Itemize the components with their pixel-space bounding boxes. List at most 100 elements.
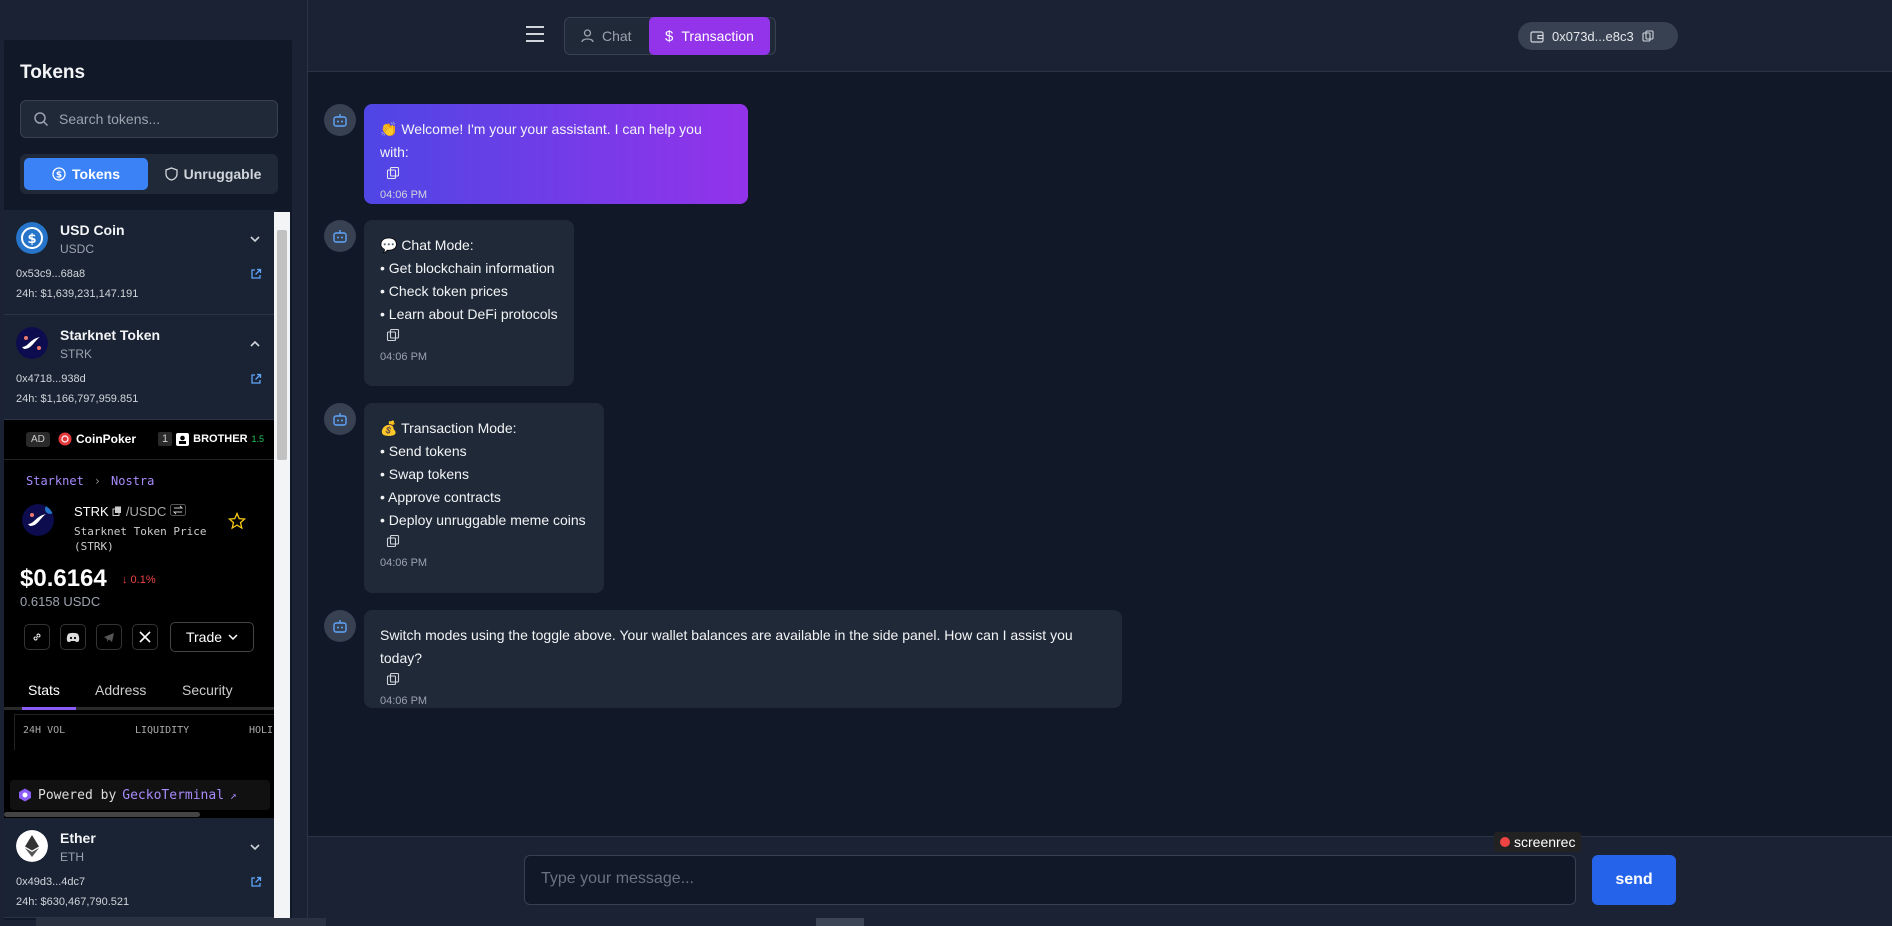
wallet-address-pill[interactable]: 0x073d...e8c3 [1518, 22, 1678, 50]
token-address: 0x4718...938d [16, 373, 86, 385]
token-item-usdc[interactable]: $ USD Coin USDC 0x53c9...68a8 24h: $1,63… [4, 210, 276, 315]
message-line: 💰 Transaction Mode: [380, 420, 517, 436]
bot-icon [333, 413, 347, 426]
tab-address[interactable]: Address [95, 682, 146, 698]
token-type-toggle: $ Tokens Unruggable [20, 154, 278, 194]
token-item-eth[interactable]: Ether ETH 0x49d3...4dc7 24h: $630,467,79… [4, 818, 276, 918]
geckoterminal-link[interactable]: GeckoTerminal [122, 788, 224, 803]
user-icon [581, 29, 594, 43]
sidebar-scrollbar[interactable] [274, 212, 290, 920]
geckoterminal-logo-icon [19, 788, 31, 802]
powered-by-text: Powered by [38, 787, 117, 803]
token-search-input[interactable]: Search tokens... [20, 100, 278, 138]
token-price: $0.6164 [20, 565, 107, 592]
bottom-scroll-track [36, 918, 326, 926]
token-name: Starknet Token [60, 327, 161, 343]
breadcrumb-starknet[interactable]: Starknet [26, 474, 84, 488]
message-time: 04:06 PM [380, 189, 428, 201]
star-icon[interactable] [228, 512, 246, 530]
search-icon [34, 112, 49, 127]
message-bubble: 💬 Chat Mode: • Get blockchain informatio… [364, 220, 574, 386]
chevron-down-icon[interactable] [248, 840, 262, 854]
message-input[interactable]: Type your message... [524, 855, 1576, 905]
token-symbol: ETH [60, 850, 84, 864]
pair-title: STRK /USDC [74, 504, 186, 519]
telegram-button[interactable] [96, 624, 122, 650]
external-link-icon[interactable] [250, 373, 262, 385]
token-address: 0x49d3...4dc7 [16, 876, 86, 888]
message-time: 04:06 PM [380, 695, 428, 707]
website-link-button[interactable] [24, 624, 50, 650]
usdc-logo-icon: $ [16, 222, 48, 254]
chat-mode-button[interactable]: Chat [565, 18, 648, 54]
message-text: Switch modes using the toggle above. You… [380, 627, 1073, 666]
transaction-mode-button[interactable]: $ Transaction [649, 17, 770, 55]
token-volume: 24h: $1,166,797,959.851 [16, 393, 139, 405]
copy-icon[interactable] [386, 672, 400, 686]
sponsor-brother-pct: 1.5 [251, 434, 265, 444]
sponsor-brother-label: BROTHER [193, 433, 248, 445]
discord-icon [66, 632, 80, 642]
sponsor-brother[interactable]: 1 BROTHER 1.5 [158, 432, 264, 446]
mode-toggle: Chat $ Transaction [564, 17, 776, 55]
starknet-logo-icon [16, 327, 48, 359]
unruggable-tab-button[interactable]: Unruggable [152, 158, 274, 190]
external-link-icon[interactable] [250, 876, 262, 888]
stat-liquidity: LIQUIDITY [135, 725, 190, 736]
message-bubble: 💰 Transaction Mode: • Send tokens • Swap… [364, 403, 604, 593]
link-icon [33, 633, 41, 641]
message-bubble: Switch modes using the toggle above. You… [364, 610, 1122, 708]
bottom-scroll-thumb [816, 918, 864, 926]
copy-icon[interactable] [1642, 30, 1654, 42]
tab-stats[interactable]: Stats [28, 682, 60, 698]
breadcrumb-separator: › [93, 474, 102, 488]
copy-icon[interactable] [386, 534, 400, 548]
copy-icon[interactable] [386, 328, 400, 342]
message-time: 04:06 PM [380, 351, 428, 363]
token-item-strk[interactable]: Starknet Token STRK 0x4718...938d 24h: $… [4, 315, 276, 420]
powered-by-geckoterminal[interactable]: Powered by GeckoTerminal ↗ [10, 780, 270, 810]
message-line: 💬 Chat Mode: [380, 237, 474, 253]
token-list: $ USD Coin USDC 0x53c9...68a8 24h: $1,63… [4, 210, 276, 920]
stat-24h-vol: 24H VOL [23, 725, 66, 736]
tokens-tab-label: Tokens [72, 166, 120, 182]
external-link-icon[interactable] [250, 268, 262, 280]
x-twitter-button[interactable] [132, 624, 158, 650]
chevron-up-icon[interactable] [248, 337, 262, 351]
unruggable-tab-label: Unruggable [183, 166, 262, 182]
token-name: Ether [60, 830, 96, 846]
swap-arrows-icon[interactable] [170, 504, 186, 516]
pair-quote: /USDC [125, 504, 167, 519]
copy-icon[interactable] [112, 506, 122, 516]
chevron-down-icon[interactable] [248, 232, 262, 246]
ad-tag: AD [26, 432, 50, 447]
menu-icon[interactable] [526, 26, 546, 42]
breadcrumb: Starknet › Nostra [26, 474, 154, 488]
discord-button[interactable] [60, 624, 86, 650]
sponsor-coinpoker[interactable]: CoinPoker [58, 432, 136, 446]
top-header: Chat $ Transaction 0x073d...e8c3 [308, 0, 1892, 72]
message-line: • Deploy unruggable meme coins [380, 512, 586, 528]
bot-icon [333, 114, 347, 127]
message-line: • Get blockchain information [380, 260, 555, 276]
message-bubble: 👏 Welcome! I'm your your assistant. I ca… [364, 104, 748, 204]
dollar-icon: $ [665, 27, 674, 45]
trade-dropdown-button[interactable]: Trade [170, 622, 254, 652]
message-line: • Send tokens [380, 443, 467, 459]
geckoterminal-widget: AD CoinPoker 1 BROTHER 1.5 Starknet › Nost… [4, 420, 276, 818]
stats-panel: 24H VOL LIQUIDITY HOLI [14, 714, 276, 750]
message-input-placeholder: Type your message... [541, 870, 694, 887]
scrollbar-thumb[interactable] [277, 230, 287, 460]
horizontal-scrollbar[interactable] [4, 812, 200, 817]
send-button[interactable]: send [1592, 855, 1676, 905]
tokens-tab-button[interactable]: $ Tokens [24, 158, 148, 190]
bot-avatar [324, 104, 356, 136]
breadcrumb-nostra[interactable]: Nostra [111, 474, 154, 488]
tab-security[interactable]: Security [182, 682, 233, 698]
bot-avatar [324, 403, 356, 435]
svg-text:$: $ [56, 171, 62, 181]
pair-subtitle: Starknet Token Price (STRK) [74, 525, 207, 553]
external-arrow-icon: ↗ [230, 788, 237, 802]
gecko-tabs: Stats Address Security [4, 674, 276, 710]
copy-icon[interactable] [386, 166, 400, 180]
